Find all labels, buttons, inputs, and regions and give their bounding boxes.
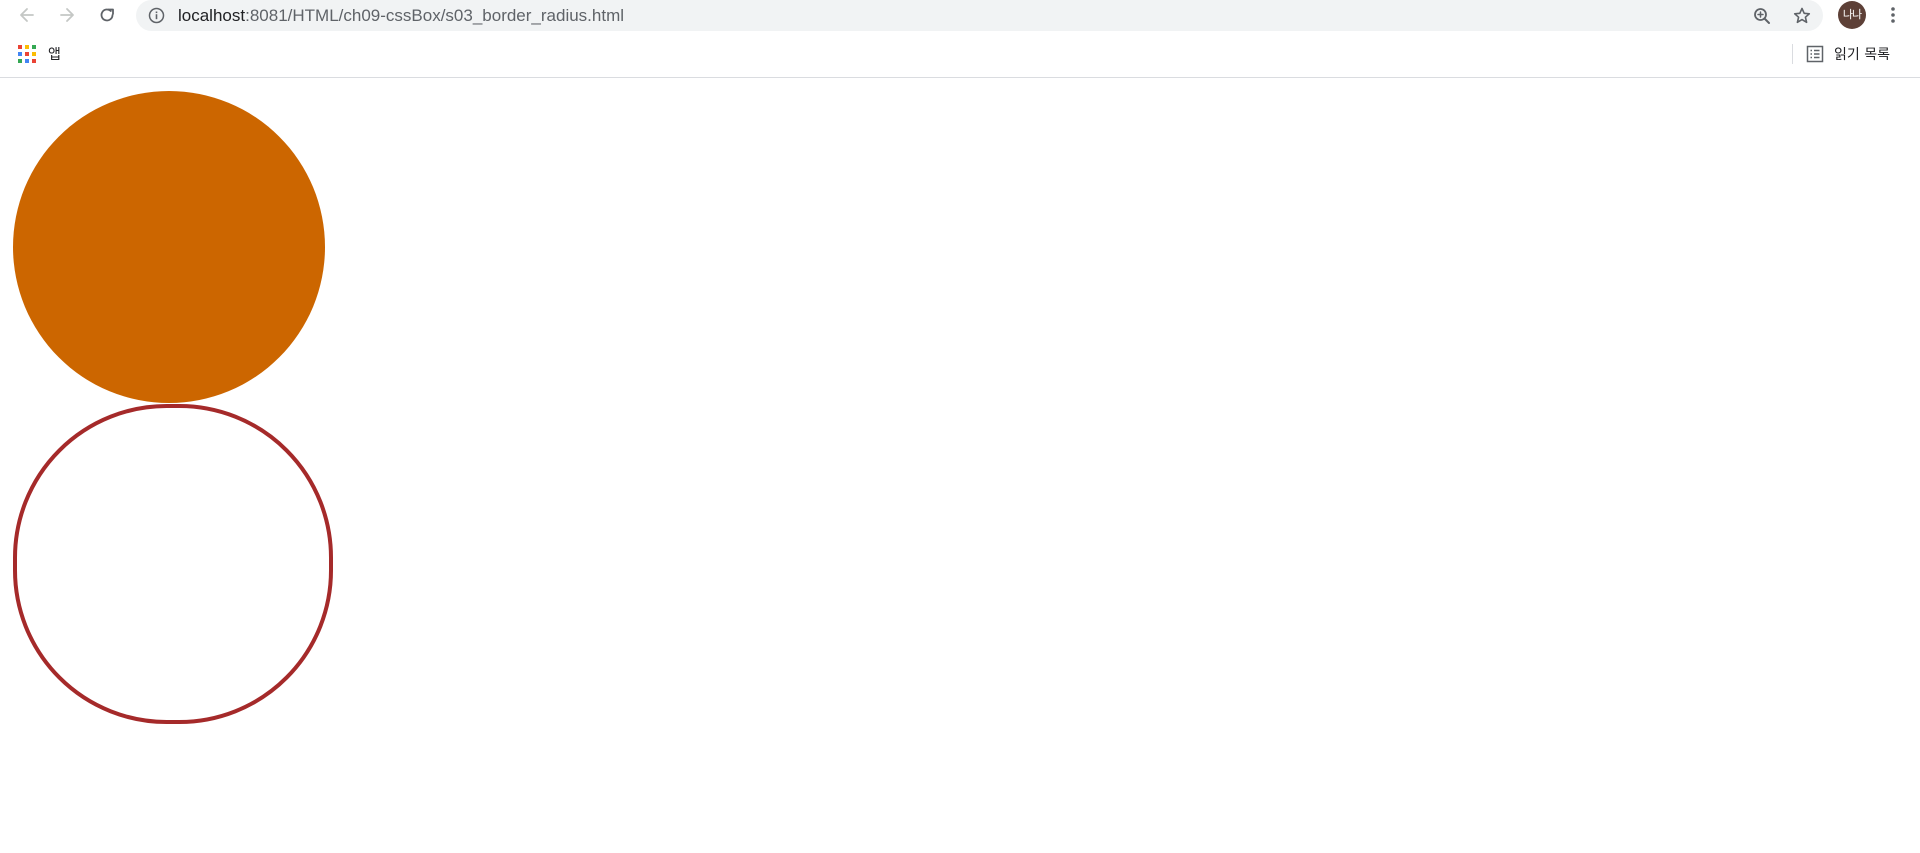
reading-list-label: 읽기 목록 [1834, 47, 1890, 63]
filled-circle [13, 91, 325, 403]
reload-button[interactable] [94, 2, 120, 28]
zoom-button[interactable] [1750, 4, 1774, 28]
bookmarks-bar: 앱 읽기 목록 [0, 40, 1920, 68]
reading-list-button[interactable]: 읽기 목록 [1806, 43, 1890, 65]
url-path: :8081/HTML/ch09-cssBox/s03_border_radius… [245, 6, 625, 25]
info-icon[interactable] [148, 7, 165, 24]
page-content [0, 78, 1920, 853]
bookmarks-divider [1792, 44, 1793, 64]
bookmark-star-button[interactable] [1790, 4, 1814, 28]
address-bar[interactable]: localhost:8081/HTML/ch09-cssBox/s03_bord… [136, 0, 1823, 31]
reading-list-icon [1806, 45, 1824, 63]
kebab-menu-icon [1891, 7, 1895, 23]
url-host: localhost [178, 6, 246, 25]
forward-arrow-icon [60, 8, 74, 22]
browser-toolbar: localhost:8081/HTML/ch09-cssBox/s03_bord… [0, 0, 1920, 31]
apps-label: 앱 [48, 47, 61, 63]
forward-button[interactable] [54, 2, 80, 28]
browser-menu-button[interactable] [1880, 2, 1906, 28]
reload-icon [100, 8, 114, 22]
browser-chrome: localhost:8081/HTML/ch09-cssBox/s03_bord… [0, 0, 1920, 78]
zoom-icon [1754, 8, 1770, 24]
apps-shortcut[interactable]: 앱 [18, 43, 61, 65]
outlined-circle [13, 404, 333, 724]
apps-grid-icon [18, 45, 36, 63]
back-arrow-icon [20, 8, 34, 22]
star-icon [1793, 7, 1811, 24]
profile-avatar[interactable]: 나나 [1838, 1, 1866, 29]
url-text[interactable]: localhost:8081/HTML/ch09-cssBox/s03_bord… [178, 6, 624, 25]
back-button[interactable] [14, 2, 40, 28]
